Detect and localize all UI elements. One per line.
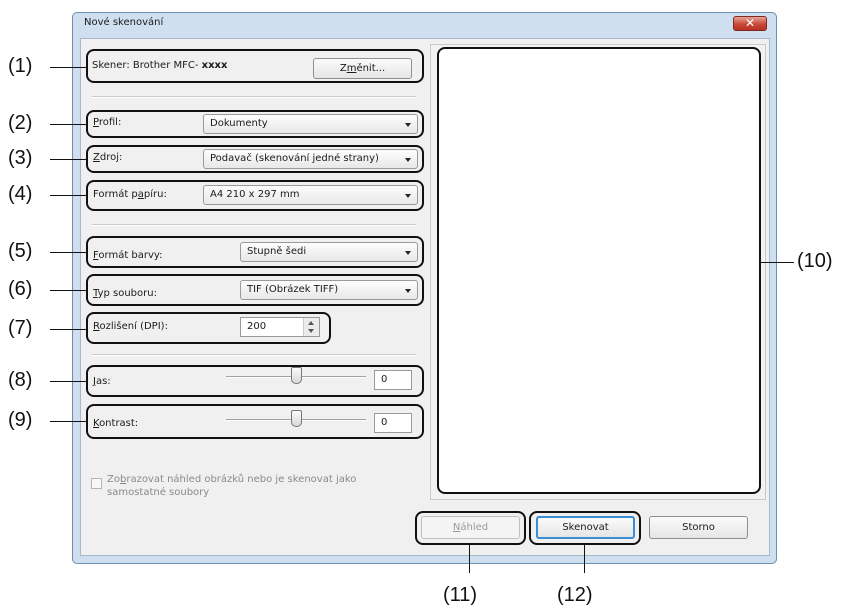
callout-line [50,421,87,422]
chevron-down-icon [405,251,411,255]
scanner-model: xxxx [201,60,228,71]
preview-option-label: Zobrazovat náhled obrázků nebo je skenov… [107,474,357,498]
callout-number: (1) [8,55,33,77]
callout-line [50,195,87,196]
color-format-label: Formát barvy: [93,250,163,261]
callout-number: (10) [797,250,833,272]
source-dropdown[interactable]: Podavač (skenování jedné strany) [203,149,418,169]
callout-number: (7) [8,317,33,339]
preview-button[interactable]: Náhled [421,516,520,539]
cancel-button[interactable]: Storno [649,516,748,539]
callout-number: (3) [8,147,33,169]
callout-line [50,159,87,160]
brightness-slider-thumb[interactable] [291,367,302,384]
callout-line [50,381,87,382]
paper-format-dropdown[interactable]: A4 210 x 297 mm [203,185,418,205]
profile-dropdown[interactable]: Dokumenty [203,114,418,134]
close-icon[interactable]: ✕ [733,16,767,31]
callout-number: (2) [8,112,33,134]
chevron-down-icon [405,194,411,198]
separator [92,224,416,226]
contrast-input[interactable]: 0 [374,413,412,433]
callout-line [50,124,87,125]
preview-checkbox[interactable] [91,478,102,489]
callout-number: (6) [8,278,33,300]
spin-down-icon[interactable] [308,329,314,333]
brightness-input[interactable]: 0 [374,370,412,390]
callout-number: (4) [8,183,33,205]
spin-up-icon[interactable] [308,321,314,325]
color-format-dropdown[interactable]: Stupně šedi [240,242,418,262]
profile-label: Profil: [93,117,122,128]
file-type-label: Typ souboru: [93,288,157,299]
callout-number: (9) [8,409,33,431]
callout-line [50,329,87,330]
contrast-slider-thumb[interactable] [291,410,302,427]
callout-line [761,262,794,263]
chevron-down-icon [405,158,411,162]
resolution-spinner[interactable] [303,318,319,336]
callout-line [469,545,470,573]
resolution-label: Rozlišení (DPI): [93,321,168,332]
chevron-down-icon [405,123,411,127]
callout-line [584,545,585,573]
scanner-label: Skener: Brother MFC- xxxx [92,60,228,71]
callout-line [50,67,87,68]
callout-number: (12) [557,584,593,606]
callout-number: (11) [443,584,478,606]
contrast-label: Kontrast: [93,418,139,429]
chevron-down-icon [405,289,411,293]
brightness-label: Jas: [93,376,111,387]
callout-number: (5) [8,240,33,262]
preview-area [437,47,761,494]
file-type-dropdown[interactable]: TIF (Obrázek TIFF) [240,280,418,300]
change-scanner-button[interactable]: Změnit... [313,58,412,79]
separator [92,354,416,356]
separator [92,96,416,98]
callout-line [50,252,87,253]
callout-line [50,290,87,291]
window-title: Nové skenování [84,17,164,28]
source-label: Zdroj: [93,152,123,163]
callout-number: (8) [8,369,33,391]
scan-button[interactable]: Skenovat [536,516,635,539]
paper-format-label: Formát papíru: [93,189,167,200]
